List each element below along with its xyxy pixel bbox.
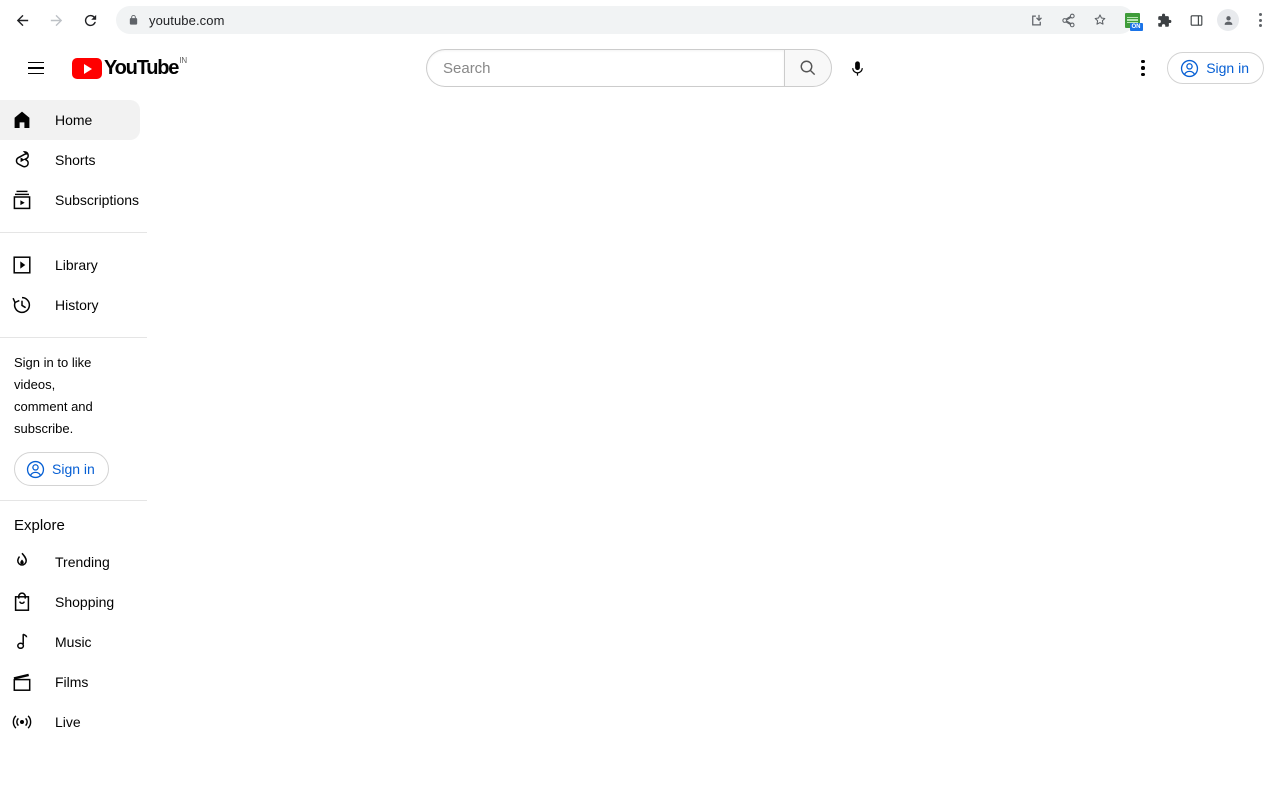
voice-search-button[interactable] (838, 49, 876, 87)
page-body: Home Shorts Subscriptions Library Histor… (0, 96, 1280, 800)
sidebar-label-music: Music (55, 634, 92, 650)
youtube-logo[interactable]: YouTube IN (72, 56, 188, 79)
forward-arrow-icon (50, 14, 62, 26)
sidebar-label-library: Library (55, 257, 98, 273)
account-circle-icon (1181, 59, 1199, 77)
sidebar-divider-1 (0, 232, 147, 233)
youtube-country-code: IN (179, 56, 188, 65)
search-container (426, 49, 876, 87)
bookmark-star-icon[interactable] (1087, 7, 1113, 33)
shorts-icon (10, 148, 34, 172)
sidebar-label-shorts: Shorts (55, 152, 96, 168)
back-button[interactable] (8, 6, 36, 34)
search-icon (800, 60, 816, 76)
puzzle-extensions-icon[interactable] (1151, 7, 1177, 33)
share-icon[interactable] (1055, 7, 1081, 33)
browser-action-icons: ON (1020, 0, 1276, 40)
youtube-masthead: YouTube IN Search Sign in (0, 40, 1280, 96)
account-circle-icon (26, 460, 45, 478)
youtube-wordmark: YouTube (104, 57, 179, 79)
masthead-right: Sign in (1123, 48, 1264, 88)
shopping-bag-icon (10, 590, 34, 614)
sidebar-label-subscriptions: Subscriptions (55, 192, 140, 208)
live-broadcast-icon (10, 710, 34, 734)
sidebar-item-trending[interactable]: Trending (0, 542, 140, 582)
address-bar[interactable]: youtube.com (116, 6, 1134, 34)
sidebar-label-live: Live (55, 714, 81, 730)
sidebar-section-explore: Explore (14, 517, 65, 534)
sidebar-divider-3 (0, 500, 147, 501)
sidebar-item-library[interactable]: Library (0, 245, 140, 285)
forward-button[interactable] (42, 6, 70, 34)
side-panel-icon[interactable] (1183, 7, 1209, 33)
avatar (1217, 9, 1239, 31)
sidebar-item-shorts[interactable]: Shorts (0, 140, 140, 180)
masthead-center (426, 49, 876, 87)
trending-flame-icon (10, 550, 34, 574)
masthead-left: YouTube IN (16, 48, 187, 88)
films-clapperboard-icon (10, 670, 34, 694)
search-input[interactable] (443, 59, 784, 77)
signin-prompt-line1: Sign in to like videos, (14, 355, 92, 392)
lock-icon (128, 14, 139, 26)
guide-hamburger-icon[interactable] (16, 48, 56, 88)
sidebar-item-films[interactable]: Films (0, 662, 140, 702)
sidebar-label-trending: Trending (55, 554, 110, 570)
more-vertical-icon[interactable] (1123, 48, 1163, 88)
search-button[interactable] (784, 49, 832, 87)
microphone-icon (851, 60, 863, 76)
sidebar-divider-2 (0, 337, 147, 338)
sidebar-label-home: Home (55, 112, 93, 128)
address-bar-url: youtube.com (149, 12, 225, 28)
reload-button[interactable] (76, 6, 104, 34)
sidebar-signin-prompt: Sign in to like videos, comment and subs… (0, 350, 148, 488)
sidebar-signin-button[interactable]: Sign in (14, 452, 109, 486)
library-icon (10, 253, 34, 277)
music-note-icon (10, 630, 34, 654)
sidebar-label-history: History (55, 297, 99, 313)
sidebar-item-home[interactable]: Home (0, 100, 140, 140)
profile-avatar-icon[interactable] (1215, 7, 1241, 33)
sidebar-item-shopping[interactable]: Shopping (0, 582, 140, 622)
search-box[interactable] (426, 49, 784, 87)
reload-icon (84, 14, 96, 26)
chrome-menu-icon[interactable] (1247, 7, 1273, 33)
sidebar-item-live[interactable]: Live (0, 702, 140, 742)
extension-on-badge: ON (1129, 22, 1143, 31)
sidebar-item-subscriptions[interactable]: Subscriptions (0, 180, 140, 220)
extension-green-glyph: ON (1124, 12, 1143, 31)
browser-nav-buttons (8, 6, 110, 34)
signin-button[interactable]: Sign in (1167, 52, 1264, 84)
browser-toolbar: youtube.com ON (0, 0, 1280, 40)
subscriptions-icon (10, 188, 34, 212)
youtube-play-icon (72, 58, 102, 79)
sidebar-label-shopping: Shopping (55, 594, 115, 610)
sidebar-item-music[interactable]: Music (0, 622, 140, 662)
sidebar-signin-label: Sign in (52, 461, 95, 477)
signin-button-label: Sign in (1206, 60, 1249, 76)
sidebar-label-films: Films (55, 674, 89, 690)
sidebar-item-history[interactable]: History (0, 285, 140, 325)
home-icon (10, 108, 34, 132)
install-app-icon[interactable] (1023, 7, 1049, 33)
back-arrow-icon (16, 14, 28, 26)
extension-active-icon[interactable]: ON (1119, 7, 1145, 33)
guide-sidebar: Home Shorts Subscriptions Library Histor… (0, 96, 148, 800)
chrome-menu-dots (1258, 13, 1262, 27)
signin-prompt-line2: comment and subscribe. (14, 399, 93, 436)
main-content-area (148, 96, 1280, 800)
history-icon (10, 293, 34, 317)
